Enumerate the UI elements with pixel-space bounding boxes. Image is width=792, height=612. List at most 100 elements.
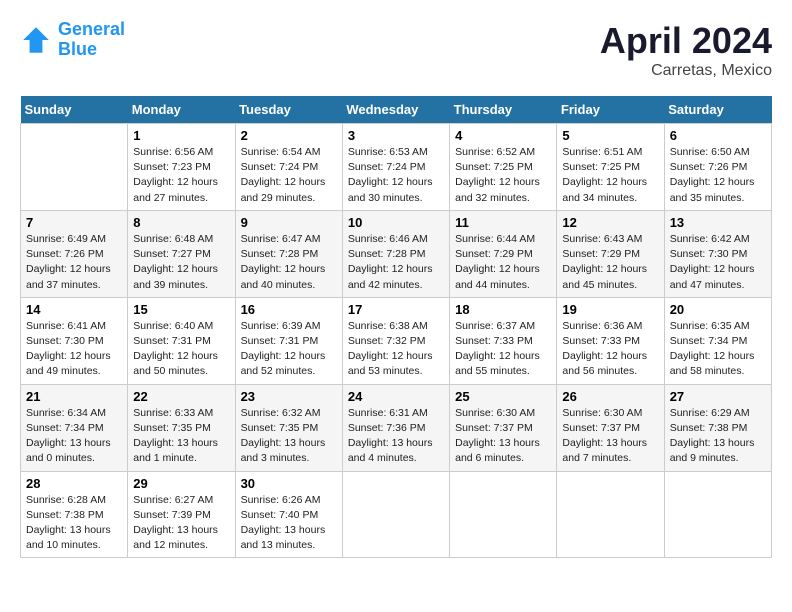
- calendar-cell: 15Sunrise: 6:40 AM Sunset: 7:31 PM Dayli…: [128, 297, 235, 384]
- day-info: Sunrise: 6:48 AM Sunset: 7:27 PM Dayligh…: [133, 232, 229, 293]
- day-number: 2: [241, 128, 337, 143]
- day-number: 16: [241, 302, 337, 317]
- calendar-cell: 2 Sunrise: 6:54 AM Sunset: 7:24 PM Daylig…: [235, 124, 342, 211]
- day-info: Sunrise: 6:50 AM Sunset: 7:26 PM Dayligh…: [670, 145, 766, 206]
- day-number: 29: [133, 476, 229, 491]
- column-header-saturday: Saturday: [664, 96, 771, 124]
- day-info: Sunrise: 6:51 AM Sunset: 7:25 PM Dayligh…: [562, 145, 658, 206]
- calendar-cell: [342, 471, 449, 558]
- day-number: 13: [670, 215, 766, 230]
- day-info: Sunrise: 6:42 AM Sunset: 7:30 PM Dayligh…: [670, 232, 766, 293]
- logo-icon: [20, 24, 52, 56]
- calendar-week-3: 14 Sunrise: 6:41 AM Sunset: 7:30 PM Dayli…: [21, 297, 772, 384]
- calendar-cell: 7 Sunrise: 6:49 AM Sunset: 7:26 PM Daylig…: [21, 210, 128, 297]
- day-number: 26: [562, 389, 658, 404]
- day-info: Sunrise: 6:36 AM Sunset: 7:33 PM Dayligh…: [562, 319, 658, 380]
- day-info: Sunrise: 6:38 AM Sunset: 7:32 PM Dayligh…: [348, 319, 444, 380]
- calendar-cell: 12Sunrise: 6:43 AM Sunset: 7:29 PM Dayli…: [557, 210, 664, 297]
- calendar-week-4: 21Sunrise: 6:34 AM Sunset: 7:34 PM Dayli…: [21, 384, 772, 471]
- day-number: 27: [670, 389, 766, 404]
- day-info: Sunrise: 6:37 AM Sunset: 7:33 PM Dayligh…: [455, 319, 551, 380]
- day-info: Sunrise: 6:28 AM Sunset: 7:38 PM Dayligh…: [26, 493, 122, 554]
- day-number: 30: [241, 476, 337, 491]
- column-header-tuesday: Tuesday: [235, 96, 342, 124]
- calendar-cell: 24Sunrise: 6:31 AM Sunset: 7:36 PM Dayli…: [342, 384, 449, 471]
- calendar-cell: 1Sunrise: 6:56 AM Sunset: 7:23 PM Daylig…: [128, 124, 235, 211]
- day-number: 7: [26, 215, 122, 230]
- calendar-cell: 16 Sunrise: 6:39 AM Sunset: 7:31 PM Dayli…: [235, 297, 342, 384]
- day-number: 3: [348, 128, 444, 143]
- day-number: 28: [26, 476, 122, 491]
- day-number: 8: [133, 215, 229, 230]
- day-number: 5: [562, 128, 658, 143]
- day-info: Sunrise: 6:53 AM Sunset: 7:24 PM Dayligh…: [348, 145, 444, 206]
- calendar-cell: 20 Sunrise: 6:35 AM Sunset: 7:34 PM Dayli…: [664, 297, 771, 384]
- day-info: Sunrise: 6:41 AM Sunset: 7:30 PM Dayligh…: [26, 319, 122, 380]
- day-number: 19: [562, 302, 658, 317]
- calendar-cell: 21Sunrise: 6:34 AM Sunset: 7:34 PM Dayli…: [21, 384, 128, 471]
- column-header-friday: Friday: [557, 96, 664, 124]
- day-number: 10: [348, 215, 444, 230]
- column-header-wednesday: Wednesday: [342, 96, 449, 124]
- calendar-cell: [664, 471, 771, 558]
- day-info: Sunrise: 6:26 AM Sunset: 7:40 PM Dayligh…: [241, 493, 337, 554]
- calendar-cell: 28 Sunrise: 6:28 AM Sunset: 7:38 PM Dayli…: [21, 471, 128, 558]
- calendar-table: SundayMondayTuesdayWednesdayThursdayFrid…: [20, 96, 772, 558]
- logo-text: General Blue: [58, 20, 125, 60]
- day-number: 14: [26, 302, 122, 317]
- day-info: Sunrise: 6:33 AM Sunset: 7:35 PM Dayligh…: [133, 406, 229, 467]
- calendar-header: SundayMondayTuesdayWednesdayThursdayFrid…: [21, 96, 772, 124]
- day-number: 1: [133, 128, 229, 143]
- page-header: General Blue April 2024 Carretas, Mexico: [20, 20, 772, 80]
- day-info: Sunrise: 6:35 AM Sunset: 7:34 PM Dayligh…: [670, 319, 766, 380]
- calendar-cell: 23Sunrise: 6:32 AM Sunset: 7:35 PM Dayli…: [235, 384, 342, 471]
- day-info: Sunrise: 6:47 AM Sunset: 7:28 PM Dayligh…: [241, 232, 337, 293]
- calendar-week-1: 1Sunrise: 6:56 AM Sunset: 7:23 PM Daylig…: [21, 124, 772, 211]
- calendar-cell: [450, 471, 557, 558]
- calendar-cell: 13 Sunrise: 6:42 AM Sunset: 7:30 PM Dayli…: [664, 210, 771, 297]
- title-block: April 2024 Carretas, Mexico: [600, 20, 772, 80]
- calendar-cell: 3 Sunrise: 6:53 AM Sunset: 7:24 PM Daylig…: [342, 124, 449, 211]
- day-number: 23: [241, 389, 337, 404]
- calendar-cell: 14 Sunrise: 6:41 AM Sunset: 7:30 PM Dayli…: [21, 297, 128, 384]
- calendar-cell: 18 Sunrise: 6:37 AM Sunset: 7:33 PM Dayli…: [450, 297, 557, 384]
- day-number: 17: [348, 302, 444, 317]
- logo-line2: Blue: [58, 39, 97, 59]
- calendar-week-2: 7 Sunrise: 6:49 AM Sunset: 7:26 PM Daylig…: [21, 210, 772, 297]
- calendar-cell: 10 Sunrise: 6:46 AM Sunset: 7:28 PM Dayli…: [342, 210, 449, 297]
- calendar-cell: 17 Sunrise: 6:38 AM Sunset: 7:32 PM Dayli…: [342, 297, 449, 384]
- day-number: 20: [670, 302, 766, 317]
- day-number: 15: [133, 302, 229, 317]
- day-info: Sunrise: 6:44 AM Sunset: 7:29 PM Dayligh…: [455, 232, 551, 293]
- calendar-cell: 9 Sunrise: 6:47 AM Sunset: 7:28 PM Daylig…: [235, 210, 342, 297]
- calendar-cell: 22 Sunrise: 6:33 AM Sunset: 7:35 PM Dayli…: [128, 384, 235, 471]
- day-info: Sunrise: 6:39 AM Sunset: 7:31 PM Dayligh…: [241, 319, 337, 380]
- day-number: 9: [241, 215, 337, 230]
- calendar-cell: 19 Sunrise: 6:36 AM Sunset: 7:33 PM Dayli…: [557, 297, 664, 384]
- day-number: 11: [455, 215, 551, 230]
- day-info: Sunrise: 6:49 AM Sunset: 7:26 PM Dayligh…: [26, 232, 122, 293]
- day-info: Sunrise: 6:34 AM Sunset: 7:34 PM Dayligh…: [26, 406, 122, 467]
- calendar-cell: 26Sunrise: 6:30 AM Sunset: 7:37 PM Dayli…: [557, 384, 664, 471]
- calendar-title: April 2024: [600, 20, 772, 62]
- day-number: 25: [455, 389, 551, 404]
- calendar-cell: 6Sunrise: 6:50 AM Sunset: 7:26 PM Daylig…: [664, 124, 771, 211]
- calendar-cell: 8 Sunrise: 6:48 AM Sunset: 7:27 PM Daylig…: [128, 210, 235, 297]
- day-info: Sunrise: 6:46 AM Sunset: 7:28 PM Dayligh…: [348, 232, 444, 293]
- day-info: Sunrise: 6:27 AM Sunset: 7:39 PM Dayligh…: [133, 493, 229, 554]
- column-header-monday: Monday: [128, 96, 235, 124]
- logo-line1: General: [58, 19, 125, 39]
- column-header-thursday: Thursday: [450, 96, 557, 124]
- calendar-body: 1Sunrise: 6:56 AM Sunset: 7:23 PM Daylig…: [21, 124, 772, 558]
- day-info: Sunrise: 6:52 AM Sunset: 7:25 PM Dayligh…: [455, 145, 551, 206]
- day-info: Sunrise: 6:29 AM Sunset: 7:38 PM Dayligh…: [670, 406, 766, 467]
- day-number: 12: [562, 215, 658, 230]
- calendar-week-5: 28 Sunrise: 6:28 AM Sunset: 7:38 PM Dayli…: [21, 471, 772, 558]
- day-info: Sunrise: 6:30 AM Sunset: 7:37 PM Dayligh…: [455, 406, 551, 467]
- logo: General Blue: [20, 20, 125, 60]
- day-number: 24: [348, 389, 444, 404]
- calendar-cell: 25 Sunrise: 6:30 AM Sunset: 7:37 PM Dayli…: [450, 384, 557, 471]
- day-number: 22: [133, 389, 229, 404]
- day-number: 18: [455, 302, 551, 317]
- day-info: Sunrise: 6:54 AM Sunset: 7:24 PM Dayligh…: [241, 145, 337, 206]
